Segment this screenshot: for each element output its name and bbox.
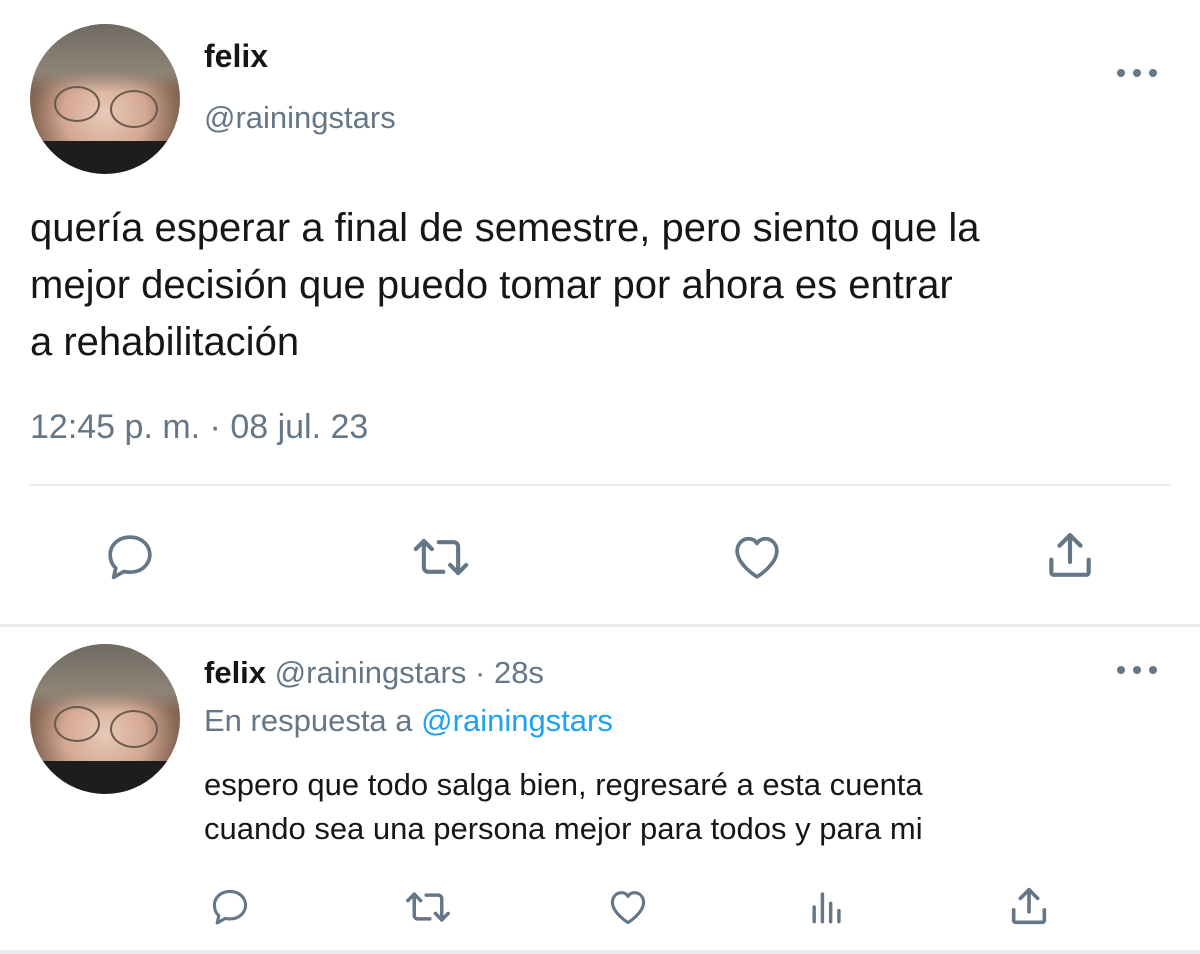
reply-icon (212, 889, 248, 925)
reply-button[interactable] (100, 527, 160, 587)
avatar-glasses (110, 90, 158, 128)
avatar-hair (30, 24, 180, 92)
divider (30, 484, 1170, 486)
header-separator: · (475, 655, 486, 690)
main-tweet[interactable]: felix @rainingstars quería esperar a fin… (0, 0, 1200, 626)
more-options-icon[interactable] (1117, 67, 1157, 79)
like-button[interactable] (726, 527, 788, 587)
more-options-icon[interactable] (1117, 664, 1157, 676)
avatar-hair (30, 644, 180, 712)
like-button[interactable] (603, 884, 653, 930)
reply-prefix: En respuesta a (204, 703, 413, 738)
reply-header: felix @rainingstars · 28s (204, 655, 544, 691)
retweet-icon (406, 892, 450, 922)
avatar[interactable] (30, 644, 180, 794)
retweet-button[interactable] (401, 884, 455, 930)
retweet-icon (413, 538, 469, 576)
share-button[interactable] (1040, 525, 1100, 585)
section-divider (0, 624, 1200, 627)
avatar[interactable] (30, 24, 180, 174)
reply-button[interactable] (206, 884, 254, 930)
tweet-thread: felix @rainingstars quería esperar a fin… (0, 0, 1200, 954)
like-icon (735, 536, 779, 579)
reply-context: En respuesta a @rainingstars (204, 703, 613, 739)
reply-to-mention[interactable]: @rainingstars (421, 703, 613, 738)
avatar-glasses (110, 710, 158, 748)
tweet-text: espero que todo salga bien, regresaré a … (204, 767, 923, 846)
bottom-divider (0, 950, 1200, 954)
tweet-timestamp[interactable]: 12:45 p. m. · 08 jul. 23 (30, 408, 368, 447)
tweet-age[interactable]: 28s (494, 655, 544, 690)
avatar-glasses (54, 706, 100, 742)
author-name[interactable]: felix (204, 38, 268, 75)
author-name[interactable]: felix (204, 655, 266, 690)
author-handle[interactable]: @rainingstars (204, 100, 396, 136)
retweet-button[interactable] (408, 527, 474, 587)
avatar-shirt (30, 761, 180, 794)
stats-button[interactable] (804, 884, 850, 930)
author-handle[interactable]: @rainingstars (275, 655, 467, 690)
share-icon (1011, 887, 1047, 925)
stats-icon (812, 892, 841, 924)
share-button[interactable] (1005, 882, 1053, 930)
share-icon (1049, 533, 1091, 577)
reply-icon (108, 535, 152, 580)
avatar-shirt (30, 141, 180, 174)
tweet-text: quería esperar a final de semestre, pero… (30, 206, 980, 364)
avatar-glasses (54, 86, 100, 122)
like-icon (610, 891, 646, 925)
